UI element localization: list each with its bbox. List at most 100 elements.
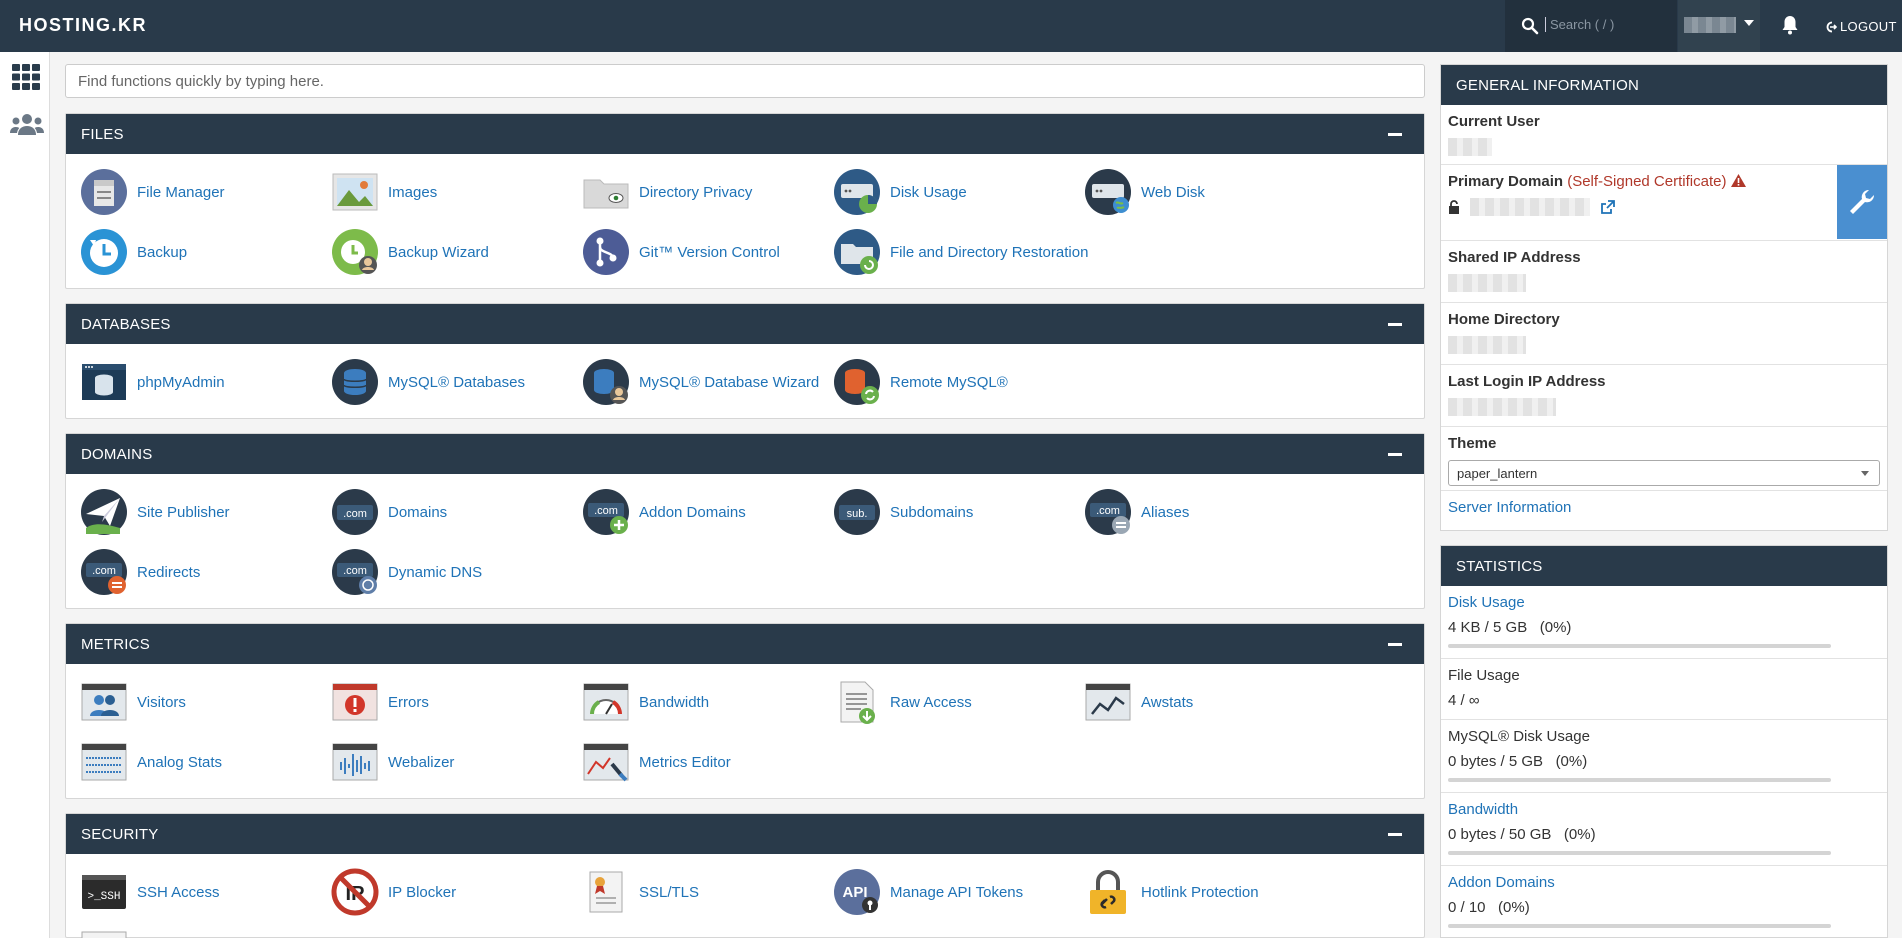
mysql-databases-label: MySQL® Databases <box>388 373 525 391</box>
chevron-down-icon <box>1744 20 1754 26</box>
username-redacted <box>1684 17 1736 33</box>
theme-select[interactable]: paper_lantern <box>1448 460 1880 486</box>
ssh-access-link[interactable]: >_SSH SSH Access <box>80 868 220 916</box>
security-header[interactable]: SECURITY <box>66 814 1424 854</box>
databases-title: DATABASES <box>81 316 171 333</box>
collapse-icon[interactable] <box>1388 833 1402 836</box>
collapse-icon[interactable] <box>1388 323 1402 326</box>
stat-label-addon-domains[interactable]: Addon Domains <box>1448 874 1880 891</box>
global-search[interactable]: Search ( / ) <box>1505 0 1677 52</box>
subdomains-label: Subdomains <box>890 503 974 521</box>
metrics-header[interactable]: METRICS <box>66 624 1424 664</box>
redirects-link[interactable]: .com Redirects <box>80 548 200 596</box>
users-icon[interactable] <box>10 112 44 136</box>
phpmyadmin-link[interactable]: phpMyAdmin <box>80 358 225 406</box>
files-header[interactable]: FILES <box>66 114 1424 154</box>
mysql-databases-icon <box>332 359 378 405</box>
subdomains-link[interactable]: sub. Subdomains <box>833 488 973 536</box>
stat-label-disk-usage[interactable]: Disk Usage <box>1448 594 1880 611</box>
git-version-control-link[interactable]: Git™ Version Control <box>582 228 780 276</box>
aliases-link[interactable]: .com Aliases <box>1084 488 1189 536</box>
stat-label-mysql-disk-usage: MySQL® Disk Usage <box>1448 728 1590 745</box>
stat-row-file-usage: File Usage 4 / ∞ <box>1441 659 1887 720</box>
webalizer-link[interactable]: Webalizer <box>331 738 454 786</box>
primary-domain-row: Primary Domain (Self-Signed Certificate) <box>1441 165 1887 241</box>
domains-header[interactable]: DOMAINS <box>66 434 1424 474</box>
manage-api-tokens-label: Manage API Tokens <box>890 883 1024 901</box>
shared-ip-value-redacted <box>1448 274 1526 292</box>
svg-text:.com: .com <box>343 508 367 520</box>
svg-text:.com: .com <box>594 505 618 517</box>
errors-label: Errors <box>388 693 429 711</box>
self-signed-warning[interactable]: (Self-Signed Certificate) <box>1567 173 1726 190</box>
global-search-input[interactable]: Search ( / ) <box>1545 17 1614 32</box>
theme-row: Theme paper_lantern <box>1441 427 1887 491</box>
quick-function-search[interactable]: Find functions quickly by typing here. <box>65 64 1425 98</box>
ip-blocker-link[interactable]: IP IP Blocker <box>331 868 456 916</box>
security-title: SECURITY <box>81 826 159 843</box>
bell-icon[interactable] <box>1780 14 1800 36</box>
mysql-databases-link[interactable]: MySQL® Databases <box>331 358 525 406</box>
ssh-access-icon: >_SSH <box>82 875 126 909</box>
domains-icon: .com <box>332 489 378 535</box>
web-disk-link[interactable]: Web Disk <box>1084 168 1205 216</box>
errors-icon <box>332 683 378 721</box>
mysql-wizard-icon <box>583 359 629 405</box>
metrics-editor-label: Metrics Editor <box>639 753 731 771</box>
raw-access-link[interactable]: Raw Access <box>833 678 972 726</box>
metrics-editor-link[interactable]: Metrics Editor <box>582 738 731 786</box>
site-publisher-link[interactable]: Site Publisher <box>80 488 230 536</box>
collapse-icon[interactable] <box>1388 133 1402 136</box>
site-publisher-icon <box>81 489 127 535</box>
server-information-link[interactable]: Server Information <box>1448 499 1571 516</box>
awstats-link[interactable]: Awstats <box>1084 678 1193 726</box>
external-link-icon[interactable] <box>1600 199 1615 215</box>
bandwidth-link[interactable]: Bandwidth <box>582 678 709 726</box>
site-publisher-label: Site Publisher <box>137 503 230 521</box>
images-link[interactable]: Images <box>331 168 437 216</box>
stat-label-bandwidth[interactable]: Bandwidth <box>1448 801 1880 818</box>
hotlink-protection-link[interactable]: Hotlink Protection <box>1084 868 1259 916</box>
backup-link[interactable]: Backup <box>80 228 187 276</box>
dynamic-dns-link[interactable]: .com Dynamic DNS <box>331 548 482 596</box>
subdomains-icon: sub. <box>834 489 880 535</box>
mysql-database-wizard-link[interactable]: MySQL® Database Wizard <box>582 358 819 406</box>
analog-stats-link[interactable]: Analog Stats <box>80 738 222 786</box>
collapse-icon[interactable] <box>1388 643 1402 646</box>
visitors-link[interactable]: Visitors <box>80 678 186 726</box>
logout-button[interactable]: LOGOUT <box>1825 19 1897 34</box>
file-directory-restoration-link[interactable]: File and Directory Restoration <box>833 228 1088 276</box>
directory-privacy-link[interactable]: Directory Privacy <box>582 168 752 216</box>
disk-usage-link[interactable]: Disk Usage <box>833 168 967 216</box>
user-menu[interactable] <box>1678 0 1760 52</box>
brand-logo[interactable]: HOSTING.KR <box>19 15 147 36</box>
manage-api-tokens-link[interactable]: API Manage API Tokens <box>833 868 1023 916</box>
disk-usage-label: Disk Usage <box>890 183 967 201</box>
ip-blocker-label: IP Blocker <box>388 883 457 901</box>
security-panel: SECURITY >_SSH SSH Access IP IP Blocker … <box>65 813 1425 938</box>
addon-domains-link[interactable]: .com Addon Domains <box>582 488 746 536</box>
errors-link[interactable]: Errors <box>331 678 429 726</box>
top-bar: HOSTING.KR Search ( / ) LOGOUT <box>0 0 1902 52</box>
visitors-icon <box>81 683 127 721</box>
addon-domains-icon: .com <box>583 489 629 535</box>
dynamic-dns-icon: .com <box>332 549 378 595</box>
ssh-access-label: SSH Access <box>137 883 220 901</box>
databases-header[interactable]: DATABASES <box>66 304 1424 344</box>
domains-title: DOMAINS <box>81 446 153 463</box>
webalizer-label: Webalizer <box>388 753 455 771</box>
domains-link[interactable]: .com Domains <box>331 488 447 536</box>
file-manager-link[interactable]: File Manager <box>80 168 225 216</box>
remote-mysql-link[interactable]: Remote MySQL® <box>833 358 1008 406</box>
grid-apps-icon[interactable] <box>12 64 40 90</box>
security-next-item-partial[interactable] <box>80 928 128 938</box>
ip-blocker-icon: IP <box>331 868 379 916</box>
ssl-tls-link[interactable]: SSL/TLS <box>582 868 699 916</box>
collapse-icon[interactable] <box>1388 453 1402 456</box>
general-information-panel: GENERAL INFORMATION Current User Primary… <box>1440 64 1888 531</box>
statistics-panel: STATISTICS Disk Usage 4 KB / 5 GB (0%) F… <box>1440 545 1888 938</box>
svg-text:.com: .com <box>92 565 116 577</box>
phpmyadmin-label: phpMyAdmin <box>137 373 225 391</box>
backup-wizard-link[interactable]: Backup Wizard <box>331 228 489 276</box>
domain-settings-button[interactable] <box>1837 165 1887 239</box>
